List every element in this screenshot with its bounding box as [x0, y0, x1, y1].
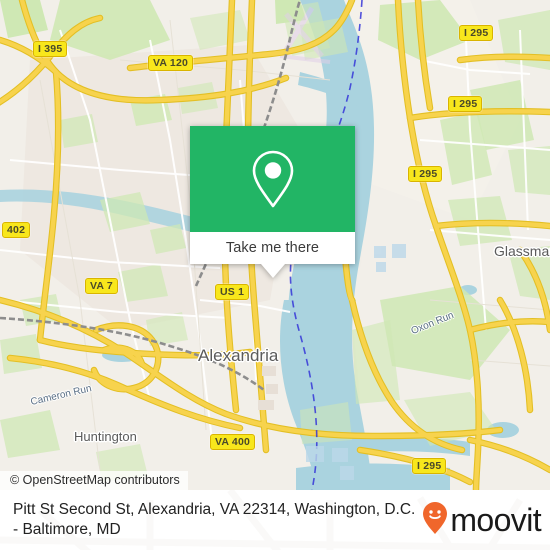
- map-label-glassmanor: Glassmanor: [494, 243, 550, 259]
- footer-bar: Pitt St Second St, Alexandria, VA 22314,…: [0, 490, 550, 550]
- shield-label: I 295: [453, 98, 478, 110]
- shield-label: VA 400: [215, 436, 251, 448]
- footer-content: Pitt St Second St, Alexandria, VA 22314,…: [0, 490, 550, 550]
- map-label-alexandria: Alexandria: [198, 346, 279, 365]
- shield-402: 402: [2, 222, 31, 238]
- shield-va-7: VA 7: [85, 278, 118, 294]
- shield-label: US 1: [220, 286, 245, 298]
- callout-image-panel: [190, 126, 355, 232]
- map-share-card: I 395 VA 120 I 295 I 295 I 295 402 VA 7 US 1 VA …: [0, 0, 550, 550]
- shield-i-295-south: I 295: [412, 458, 447, 474]
- callout-pointer: [261, 264, 285, 278]
- map-pin-icon: [249, 148, 297, 210]
- moovit-smiley-pin-icon: [422, 501, 448, 540]
- shield-i-295-mid: I 295: [448, 96, 483, 112]
- shield-label: I 295: [464, 27, 489, 39]
- shield-us-1: US 1: [215, 284, 250, 300]
- map-canvas[interactable]: I 395 VA 120 I 295 I 295 I 295 402 VA 7 US 1 VA …: [0, 0, 550, 490]
- shield-label: I 395: [38, 43, 63, 55]
- location-callout[interactable]: Take me there: [190, 126, 355, 278]
- shield-label: VA 7: [90, 280, 113, 292]
- shield-va-120: VA 120: [148, 55, 194, 71]
- take-me-there-label: Take me there: [225, 240, 320, 256]
- shield-i-395: I 395: [33, 41, 68, 57]
- shield-label: VA 120: [153, 57, 189, 69]
- map-attribution[interactable]: © OpenStreetMap contributors: [0, 471, 188, 490]
- shield-i-295-center: I 295: [408, 166, 443, 182]
- shield-va-400: VA 400: [210, 434, 256, 450]
- shield-label: 402: [7, 224, 26, 236]
- take-me-there-button[interactable]: Take me there: [190, 232, 355, 264]
- map-label-huntington: Huntington: [74, 429, 137, 444]
- moovit-wordmark: moovit: [450, 502, 541, 538]
- shield-i-295-north: I 295: [459, 25, 494, 41]
- shield-label: I 295: [413, 168, 438, 180]
- shield-label: I 295: [417, 460, 442, 472]
- location-title: Pitt St Second St, Alexandria, VA 22314,…: [13, 501, 416, 538]
- moovit-logo[interactable]: moovit: [422, 501, 550, 540]
